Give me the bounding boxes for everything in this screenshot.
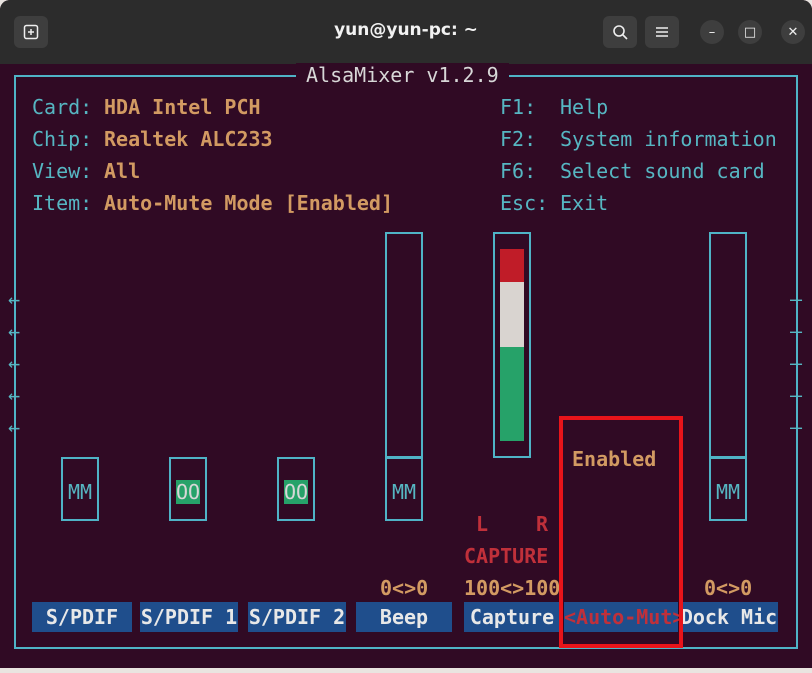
scroll-left-arrow-icon[interactable]: ← [8, 319, 20, 343]
scroll-left-arrow-icon[interactable]: ← [8, 383, 20, 407]
spdif-label[interactable]: S/PDIF [32, 602, 132, 632]
highlight-annotation [559, 416, 683, 648]
beep-mute-state: MM [392, 480, 417, 504]
spdif1-label[interactable]: S/PDIF 1 [140, 602, 238, 632]
card-value: HDA Intel PCH [104, 95, 261, 119]
spdif2-mute-state: OO [284, 480, 309, 504]
alsamixer-heading: AlsaMixer v1.2.9 [296, 63, 509, 87]
title-bar: yun@yun-pc: ~ – □ ✕ [0, 0, 812, 64]
system-info-label[interactable]: System information [560, 127, 777, 151]
chip-value: Realtek ALC233 [104, 127, 273, 151]
minimize-icon: – [708, 24, 716, 40]
f6-key: F6: [500, 159, 537, 183]
view-value: All [104, 159, 141, 183]
item-value: Auto-Mute Mode [Enabled] [104, 191, 393, 215]
dock-mic-label[interactable]: Dock Mic [680, 602, 778, 632]
window-title: yun@yun-pc: ~ [334, 20, 478, 40]
search-button[interactable] [603, 16, 637, 48]
scroll-right-marker[interactable]: – [790, 287, 802, 311]
scroll-left-arrow-icon[interactable]: ← [8, 287, 20, 311]
minimize-button[interactable]: – [700, 20, 724, 44]
beep-label[interactable]: Beep [356, 602, 452, 632]
capture-level-mid [500, 281, 524, 347]
scroll-right-marker[interactable]: – [790, 383, 802, 407]
beep-value: 0<>0 [380, 576, 429, 600]
search-icon [613, 25, 628, 40]
dock-mic-volume-bar[interactable] [709, 232, 747, 458]
help-label[interactable]: Help [560, 95, 608, 119]
capture-level-low [500, 346, 524, 441]
menu-button[interactable] [645, 16, 679, 48]
capture-state: CAPTURE [464, 544, 549, 568]
scroll-right-marker[interactable]: – [790, 351, 802, 375]
spdif-mute-state: MM [68, 480, 93, 504]
dock-mic-mute-state: MM [716, 480, 741, 504]
f1-key: F1: [500, 95, 537, 119]
close-button[interactable]: ✕ [781, 20, 805, 44]
capture-label[interactable]: Capture [464, 602, 560, 632]
maximize-button[interactable]: □ [738, 20, 762, 44]
capture-left-channel: L [476, 512, 489, 536]
dock-mic-value: 0<>0 [704, 576, 753, 600]
item-key: Item: [32, 191, 93, 215]
esc-key: Esc: [500, 191, 549, 215]
maximize-icon: □ [743, 24, 757, 40]
scroll-left-arrow-icon[interactable]: ← [8, 415, 20, 439]
f2-key: F2: [500, 127, 537, 151]
capture-right-channel: R [536, 512, 549, 536]
capture-level-high [500, 249, 524, 282]
exit-label[interactable]: Exit [560, 191, 608, 215]
hamburger-menu-icon [656, 27, 668, 37]
close-icon: ✕ [787, 24, 799, 40]
capture-value: 100<>100 [464, 576, 561, 600]
scroll-right-marker[interactable]: – [790, 415, 802, 439]
chip-key: Chip: [32, 127, 93, 151]
scroll-left-arrow-icon[interactable]: ← [8, 351, 20, 375]
spdif1-mute-state: OO [176, 480, 201, 504]
spdif2-label[interactable]: S/PDIF 2 [248, 602, 346, 632]
card-key: Card: [32, 95, 93, 119]
beep-volume-bar[interactable] [385, 232, 423, 458]
view-key: View: [32, 159, 93, 183]
scroll-right-marker[interactable]: – [790, 319, 802, 343]
select-card-label[interactable]: Select sound card [560, 159, 765, 183]
